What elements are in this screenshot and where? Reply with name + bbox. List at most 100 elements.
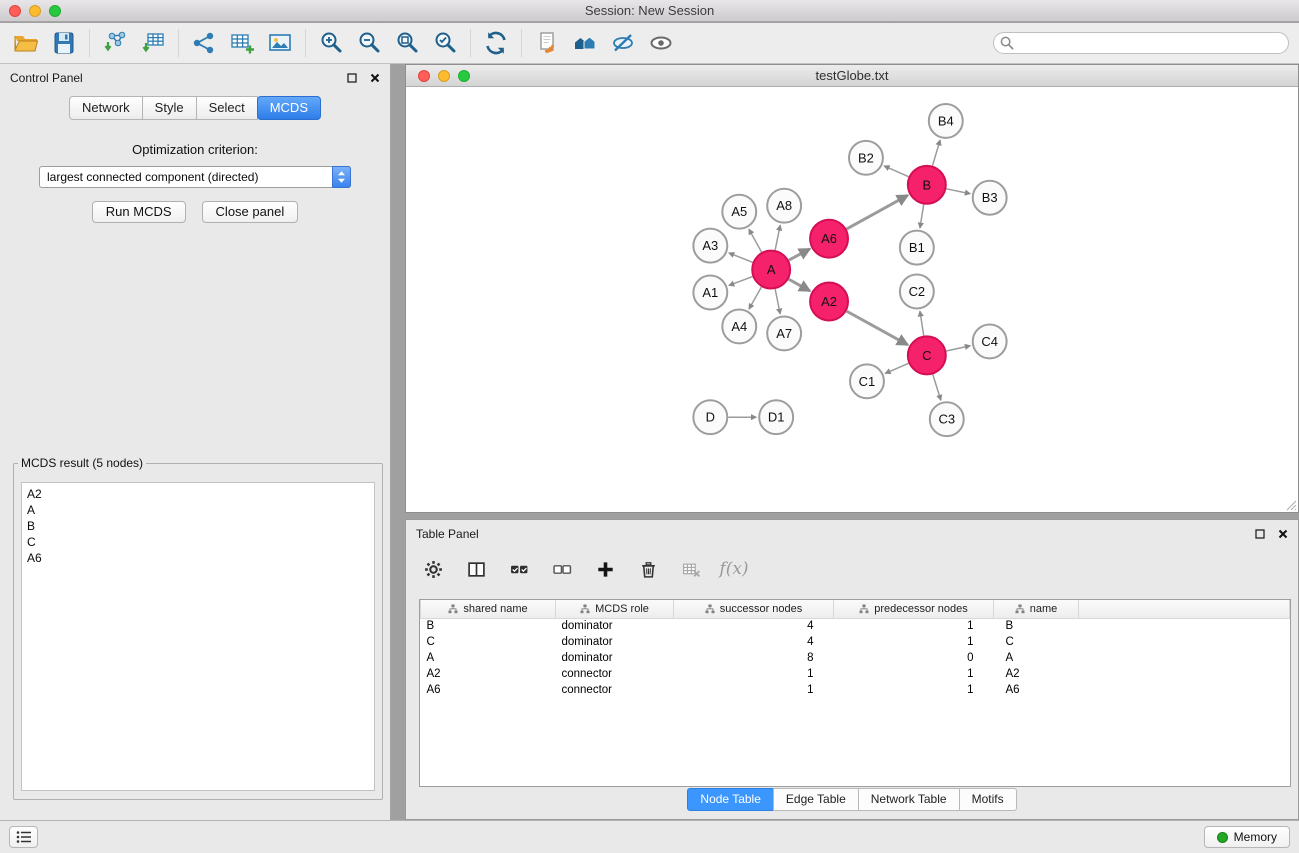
cell-successor-nodes[interactable]: 4 (674, 634, 834, 650)
node-A8[interactable]: A8 (767, 189, 801, 223)
criterion-dropdown[interactable]: largest connected component (directed) (39, 166, 351, 188)
tab-edge-table[interactable]: Edge Table (773, 788, 859, 811)
zoom-window-button[interactable] (49, 5, 61, 17)
cell-name[interactable]: A (994, 650, 1079, 666)
cell-name[interactable]: B (994, 618, 1079, 634)
edge-A-A4[interactable] (749, 287, 761, 309)
open-file-icon[interactable] (12, 29, 40, 57)
node-C1[interactable]: C1 (850, 364, 884, 398)
minimize-window-button[interactable] (29, 5, 41, 17)
memory-button[interactable]: Memory (1204, 826, 1290, 848)
cell-predecessor-nodes[interactable]: 1 (834, 634, 994, 650)
table-row[interactable]: A6connector11A6 (421, 682, 1290, 698)
run-mcds-button[interactable]: Run MCDS (92, 201, 186, 223)
node-B3[interactable]: B3 (973, 181, 1007, 215)
node-B[interactable]: B (908, 166, 946, 204)
deselect-all-icon[interactable] (551, 558, 573, 580)
edge-A-A3[interactable] (729, 253, 753, 262)
network-zoom-button[interactable] (458, 70, 470, 82)
cell-predecessor-nodes[interactable]: 0 (834, 650, 994, 666)
import-network-icon[interactable] (101, 29, 129, 57)
node-B2[interactable]: B2 (849, 141, 883, 175)
cell-mcds-role[interactable]: dominator (556, 650, 674, 666)
tab-select[interactable]: Select (196, 96, 258, 120)
node-A2[interactable]: A2 (810, 283, 848, 321)
cell-predecessor-nodes[interactable]: 1 (834, 666, 994, 682)
cell-mcds-role[interactable]: connector (556, 666, 674, 682)
cell-successor-nodes[interactable]: 1 (674, 682, 834, 698)
edge-C-C4[interactable] (946, 346, 970, 351)
tab-mcds[interactable]: MCDS (257, 96, 321, 120)
edge-A2-C[interactable] (847, 311, 908, 345)
import-table-icon[interactable] (139, 29, 167, 57)
edge-B-B4[interactable] (933, 140, 941, 166)
edge-A-A7[interactable] (775, 289, 780, 314)
node-A4[interactable]: A4 (722, 309, 756, 343)
zoom-fit-icon[interactable] (393, 29, 421, 57)
cell-shared-name[interactable]: A2 (421, 666, 556, 682)
select-all-icon[interactable] (508, 558, 530, 580)
copy-document-icon[interactable] (533, 29, 561, 57)
node-C4[interactable]: C4 (973, 324, 1007, 358)
node-A7[interactable]: A7 (767, 316, 801, 350)
float-panel-icon[interactable] (347, 73, 357, 83)
column-header-predecessor-nodes[interactable]: predecessor nodes (834, 600, 994, 618)
node-A5[interactable]: A5 (722, 195, 756, 229)
column-header-shared-name[interactable]: shared name (421, 600, 556, 618)
add-row-icon[interactable] (594, 558, 616, 580)
new-network-icon[interactable] (190, 29, 218, 57)
cell-name[interactable]: C (994, 634, 1079, 650)
edge-A-A2[interactable] (789, 279, 810, 291)
settings-gear-icon[interactable] (422, 558, 444, 580)
tab-style[interactable]: Style (142, 96, 197, 120)
cell-predecessor-nodes[interactable]: 1 (834, 618, 994, 634)
node-D[interactable]: D (693, 400, 727, 434)
zoom-in-icon[interactable] (317, 29, 345, 57)
mcds-result-item[interactable]: B (27, 518, 369, 534)
mcds-result-item[interactable]: A (27, 502, 369, 518)
cell-shared-name[interactable]: A6 (421, 682, 556, 698)
edge-A-A6[interactable] (789, 249, 810, 260)
node-D1[interactable]: D1 (759, 400, 793, 434)
tab-motifs[interactable]: Motifs (959, 788, 1017, 811)
edge-B-B1[interactable] (920, 204, 924, 227)
new-table-icon[interactable] (228, 29, 256, 57)
cell-shared-name[interactable]: A (421, 650, 556, 666)
mcds-result-item[interactable]: C (27, 534, 369, 550)
search-input[interactable] (993, 32, 1289, 54)
cell-mcds-role[interactable]: dominator (556, 634, 674, 650)
network-canvas[interactable]: AA1A2A3A4A5A6A7A8BB1B2B3B4CC1C2C3C4DD1 (406, 88, 1298, 512)
node-B4[interactable]: B4 (929, 104, 963, 138)
cell-successor-nodes[interactable]: 8 (674, 650, 834, 666)
table-row[interactable]: A2connector11A2 (421, 666, 1290, 682)
tab-network[interactable]: Network (69, 96, 143, 120)
mcds-result-item[interactable]: A2 (27, 486, 369, 502)
cell-mcds-role[interactable]: dominator (556, 618, 674, 634)
network-close-button[interactable] (418, 70, 430, 82)
edge-A-A8[interactable] (775, 225, 780, 250)
search-box[interactable] (993, 32, 1289, 54)
edge-B-B2[interactable] (884, 166, 908, 177)
edge-C-C1[interactable] (885, 363, 908, 373)
node-A6[interactable]: A6 (810, 220, 848, 258)
mcds-result-list[interactable]: A2ABCA6 (21, 482, 375, 791)
show-details-icon[interactable] (647, 29, 675, 57)
apply-layout-icon[interactable] (482, 29, 510, 57)
resize-grip-icon[interactable] (1285, 499, 1297, 511)
column-header-successor-nodes[interactable]: successor nodes (674, 600, 834, 618)
column-header-mcds-role[interactable]: MCDS role (556, 600, 674, 618)
mcds-result-item[interactable]: A6 (27, 550, 369, 566)
cell-predecessor-nodes[interactable]: 1 (834, 682, 994, 698)
hide-details-icon[interactable] (609, 29, 637, 57)
show-columns-icon[interactable] (465, 558, 487, 580)
table-row[interactable]: Cdominator41C (421, 634, 1290, 650)
delete-table-icon[interactable] (680, 558, 702, 580)
close-panel-button[interactable]: Close panel (202, 201, 299, 223)
float-table-panel-icon[interactable] (1255, 529, 1265, 539)
cell-shared-name[interactable]: B (421, 618, 556, 634)
save-session-icon[interactable] (50, 29, 78, 57)
tab-node-table[interactable]: Node Table (687, 788, 774, 811)
cell-shared-name[interactable]: C (421, 634, 556, 650)
edge-A6-B[interactable] (847, 195, 908, 229)
edge-C-C3[interactable] (933, 374, 941, 400)
